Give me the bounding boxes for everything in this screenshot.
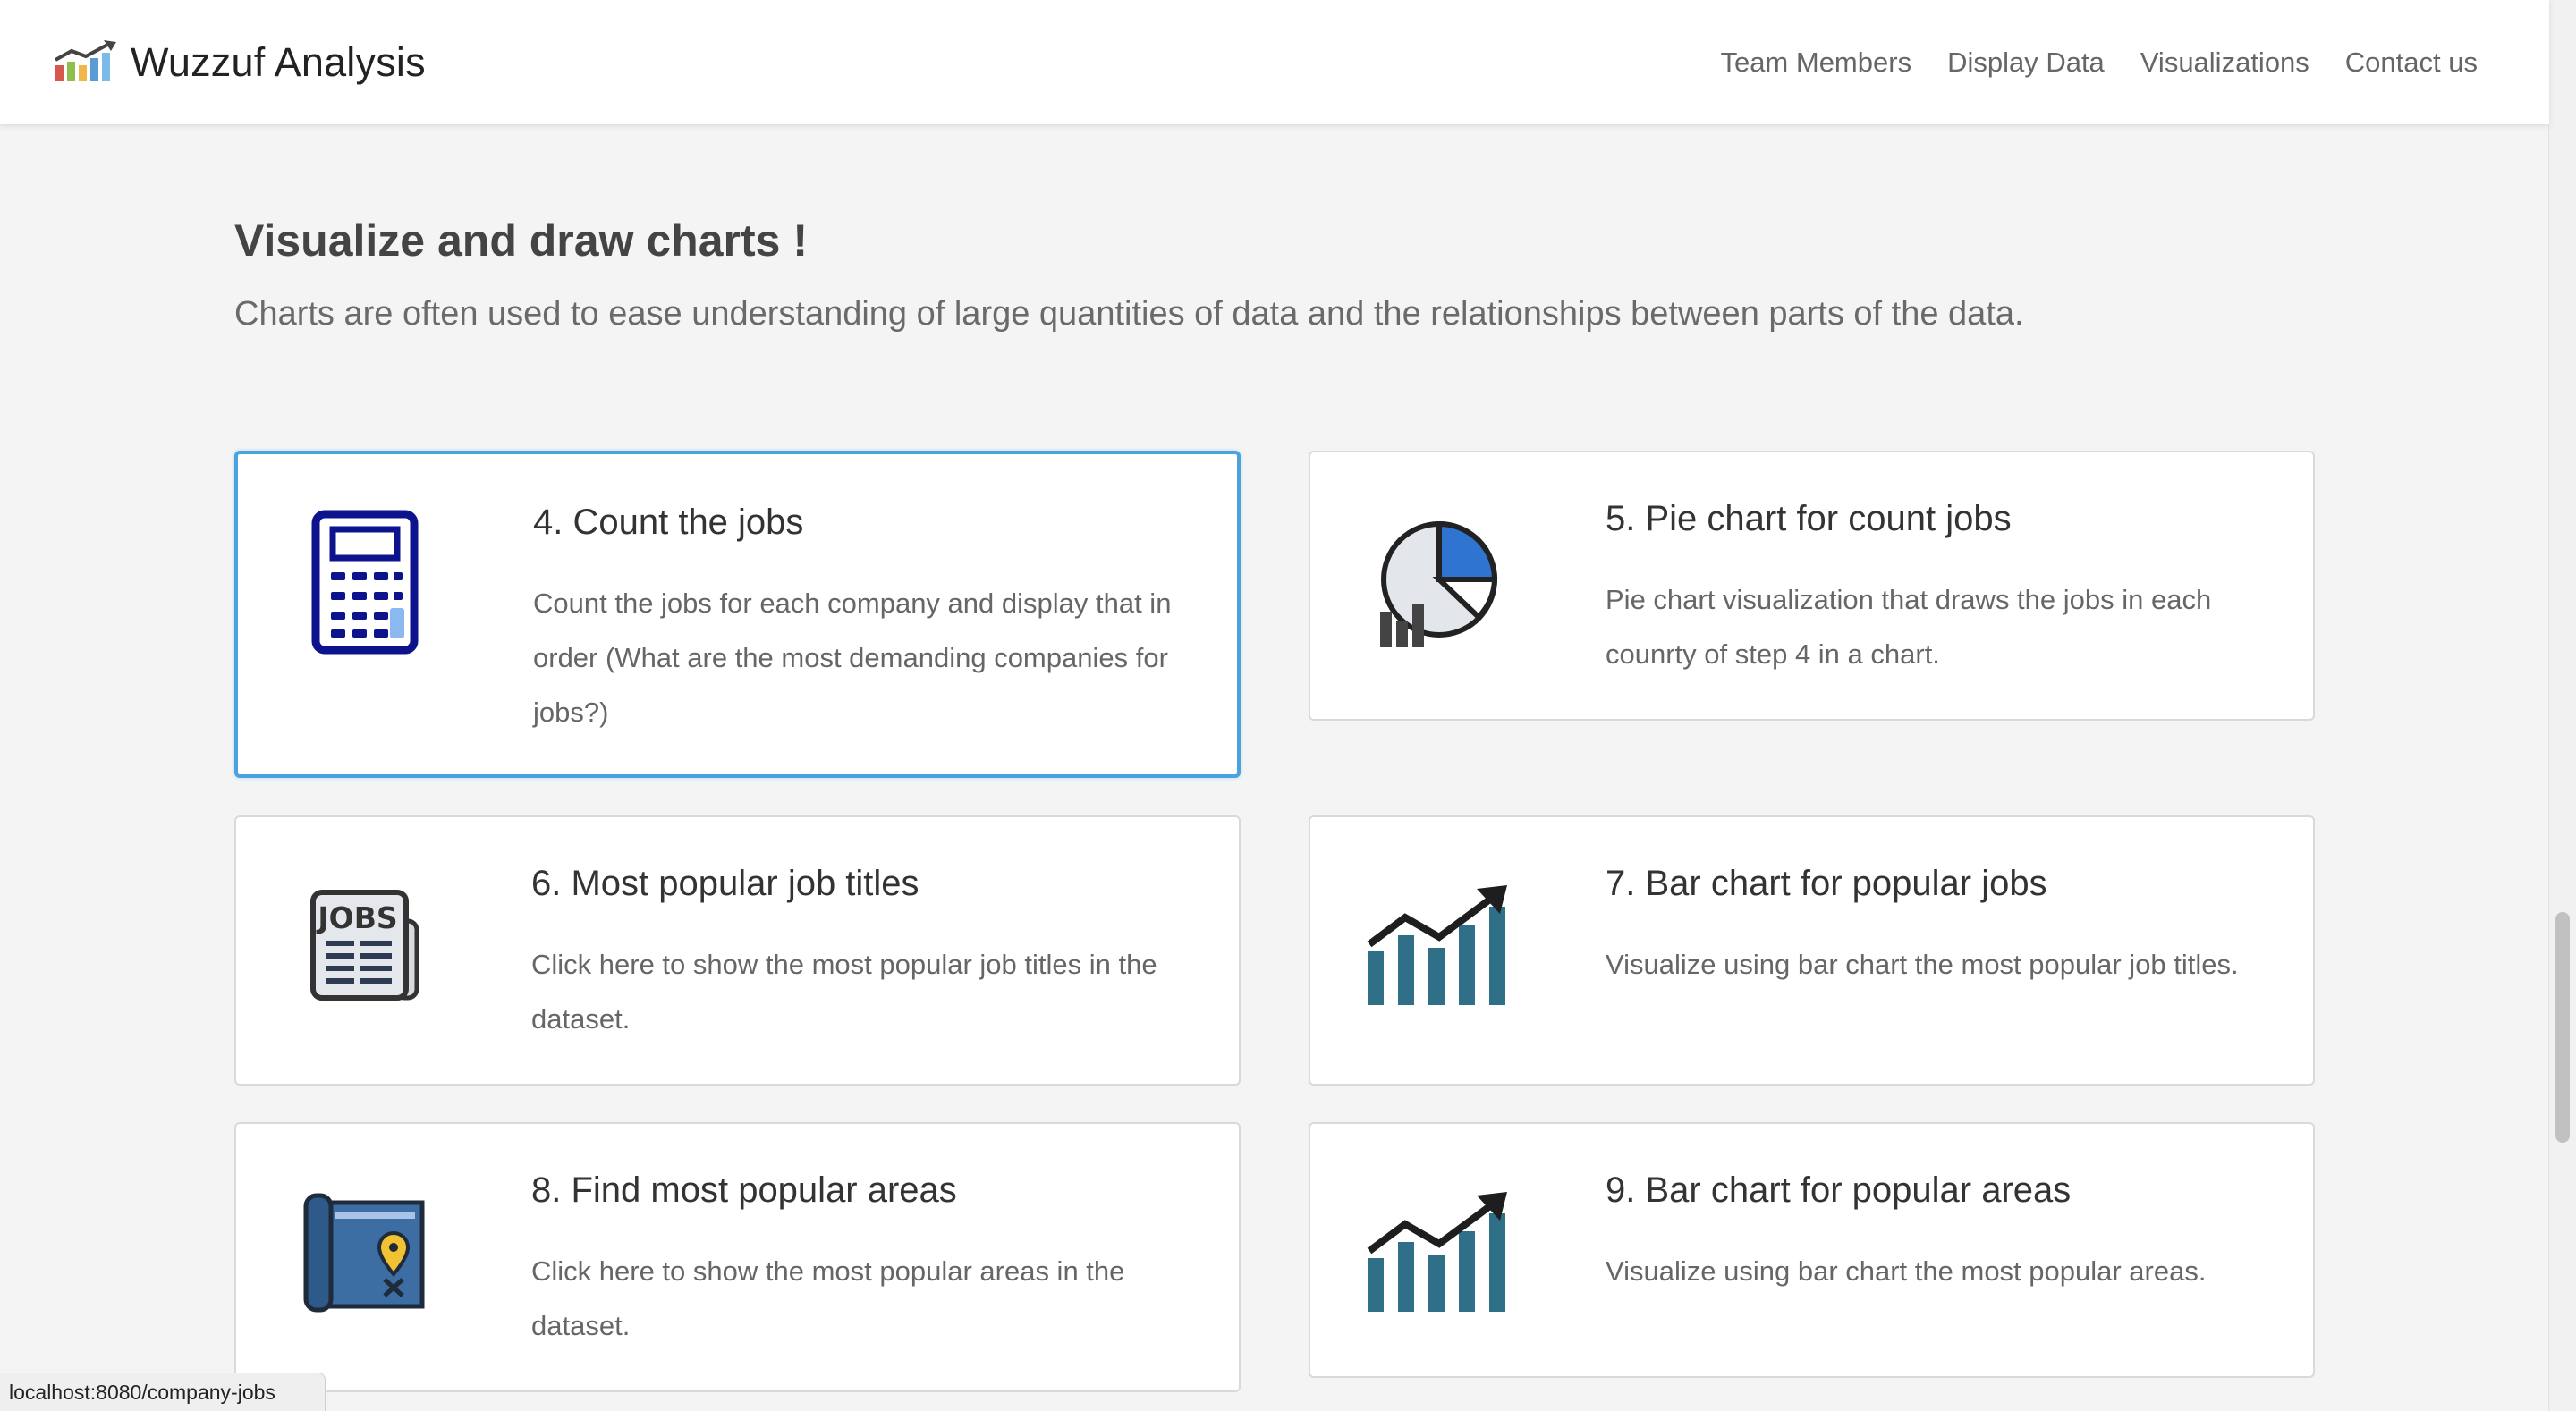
section-subtitle: Charts are often used to ease understand… [234,295,2024,333]
page-scrollbar[interactable] [2548,0,2576,1411]
link-status-bar: localhost:8080/company-jobs [0,1373,326,1411]
trend-bars-icon [52,38,118,88]
card-description: Pie chart visualization that draws the j… [1606,584,2212,670]
card-description: Click here to show the most popular area… [531,1255,1125,1341]
card-description: Visualize using bar chart the most popul… [1606,949,2239,980]
nav-link-visualizations[interactable]: Visualizations [2140,46,2309,79]
bar-chart-trend-icon [1366,885,1509,1007]
brand-link[interactable]: Wuzzuf Analysis [52,38,426,88]
card-title: 7. Bar chart for popular jobs [1606,864,2047,903]
card-title: 5. Pie chart for count jobs [1606,499,2012,538]
bar-chart-trend-icon [1366,1192,1509,1314]
card-bar-chart-popular-areas[interactable]: 9. Bar chart for popular areas Visualize… [1309,1122,2315,1378]
map-location-icon [302,1192,428,1314]
card-title: 4. Count the jobs [533,503,804,542]
calculator-icon [311,510,419,655]
card-count-jobs[interactable]: 4. Count the jobs Count the jobs for eac… [234,451,1241,778]
top-navbar: Wuzzuf Analysis Team Members Display Dat… [0,0,2549,124]
nav-link-team-members[interactable]: Team Members [1720,46,1911,79]
card-description: Visualize using bar chart the most popul… [1606,1255,2207,1287]
nav-link-contact-us[interactable]: Contact us [2345,46,2478,79]
newspaper-jobs-label: JOBS [316,900,397,935]
scrollbar-thumb[interactable] [2555,912,2570,1143]
card-description: Click here to show the most popular job … [531,949,1157,1035]
card-popular-job-titles[interactable]: JOBS 6. Most popular job titles Click he… [234,815,1241,1086]
nav-link-display-data[interactable]: Display Data [1947,46,2105,79]
card-title: 6. Most popular job titles [531,864,919,903]
card-popular-areas[interactable]: 8. Find most popular areas Click here to… [234,1122,1241,1392]
section-title: Visualize and draw charts ! [234,215,808,266]
card-pie-chart-count-jobs[interactable]: 5. Pie chart for count jobs Pie chart vi… [1309,451,2315,721]
card-title: 8. Find most popular areas [531,1170,957,1210]
pie-chart-icon [1369,511,1509,653]
newspaper-jobs-icon: JOBS [308,887,424,1003]
card-bar-chart-popular-jobs[interactable]: 7. Bar chart for popular jobs Visualize … [1309,815,2315,1086]
nav-links: Team Members Display Data Visualizations… [1720,46,2478,79]
card-title: 9. Bar chart for popular areas [1606,1170,2072,1210]
brand-name: Wuzzuf Analysis [131,39,426,85]
card-description: Count the jobs for each company and disp… [533,587,1172,728]
